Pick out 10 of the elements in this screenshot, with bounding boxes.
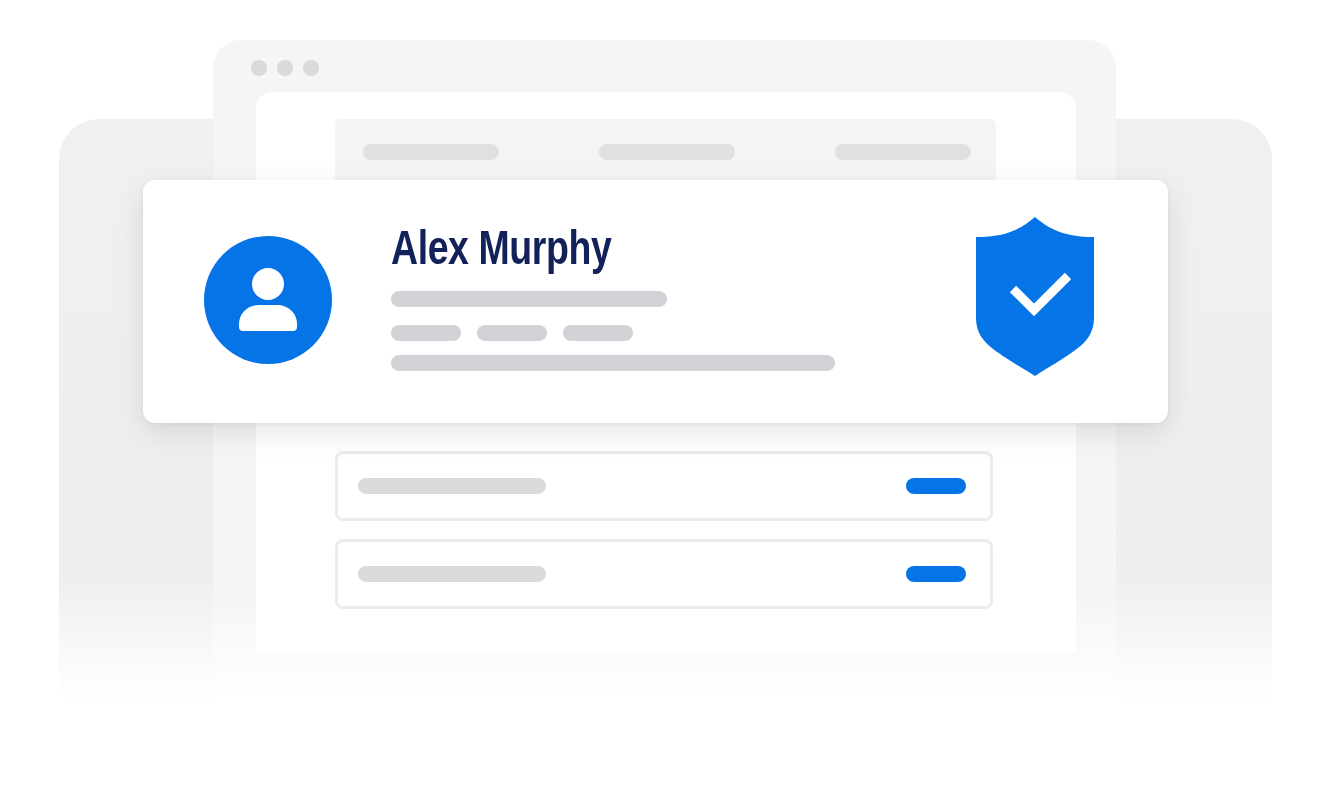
skeleton-line — [477, 325, 547, 341]
profile-name: Alex Murphy — [391, 224, 612, 272]
skeleton-pill — [906, 478, 966, 494]
avatar-icon — [204, 236, 332, 364]
skeleton-line — [391, 325, 461, 341]
window-dot-icon — [277, 60, 293, 76]
skeleton-pill — [906, 566, 966, 582]
window-dot-icon — [303, 60, 319, 76]
window-dot-icon — [251, 60, 267, 76]
skeleton-line — [563, 325, 633, 341]
